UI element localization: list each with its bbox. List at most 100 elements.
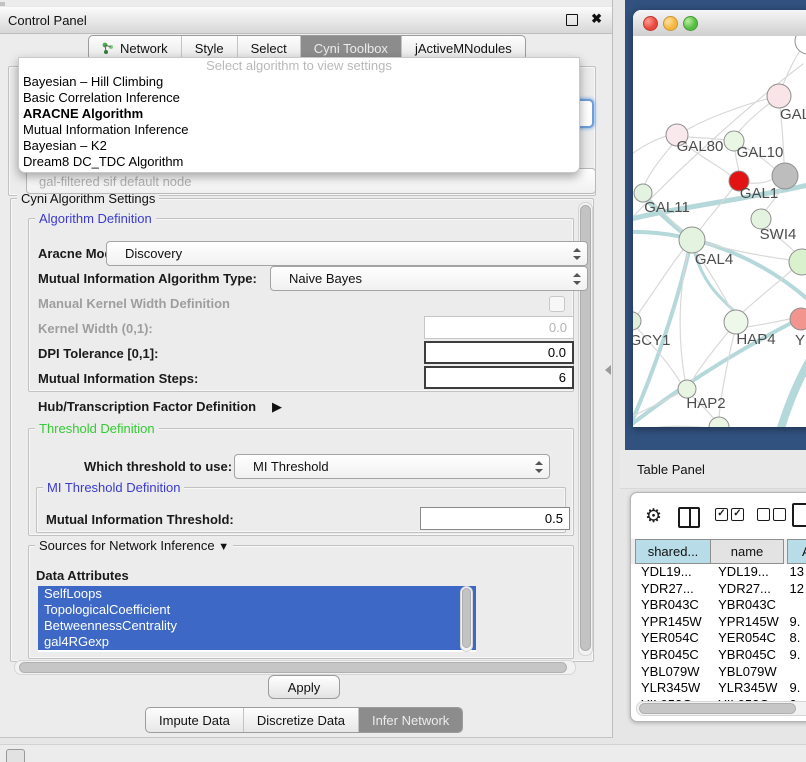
table-row[interactable]: YER054CYER054C8.: [631, 630, 806, 647]
spinner-icon: [572, 273, 580, 285]
network-edge: [685, 96, 779, 131]
mi-threshold-group-title: MI Threshold Definition: [43, 480, 184, 495]
kernel-width-value: 0.0: [549, 320, 567, 335]
float-window-icon[interactable]: [566, 14, 578, 26]
table-window: shared... name A YDL19...YDL19...13YDR27…: [630, 492, 806, 722]
table-cell: YDR27...: [710, 581, 784, 598]
table-cell: YBR043C: [631, 597, 710, 614]
tab-label: Network: [120, 41, 168, 56]
table-cell: YBR045C: [710, 647, 784, 664]
tab-label: Style: [195, 41, 224, 56]
network-window-titlebar[interactable]: [633, 10, 806, 37]
table-body: YDL19...YDL19...13YDR27...YDR27...12YBR0…: [631, 564, 806, 713]
tab-label: jActiveMNodules: [415, 41, 512, 56]
aracne-mode-combo[interactable]: Discovery: [106, 241, 588, 266]
table-cell: YPR145W: [710, 614, 784, 631]
tab-label: Impute Data: [159, 713, 230, 728]
close-icon[interactable]: [591, 11, 602, 27]
table-cell: YLR345W: [631, 680, 710, 697]
minimized-panel-button[interactable]: [6, 749, 25, 762]
expand-right-icon[interactable]: [272, 399, 282, 415]
network-node[interactable]: [679, 227, 705, 253]
dropdown-item[interactable]: Mutual Information Inference: [19, 122, 579, 138]
dropdown-item[interactable]: Bayesian – K2: [19, 138, 579, 154]
mi-steps-field[interactable]: 6: [424, 366, 574, 389]
network-canvas[interactable]: GALGAL80GAL10GAL1GAL11SWI4GAL4GCY1HAP4YH…: [633, 36, 806, 427]
node-label: GAL4: [695, 251, 733, 268]
panel-divider-handle-icon[interactable]: [605, 365, 611, 375]
tab-infer-network[interactable]: Infer Network: [359, 708, 462, 732]
minimize-traffic-light-icon[interactable]: [663, 16, 678, 31]
dropdown-item[interactable]: Dream8 DC_TDC Algorithm: [19, 154, 579, 170]
document-icon[interactable]: [792, 503, 806, 527]
table-panel-header: Table Panel: [620, 450, 806, 489]
hub-definition-label: Hub/Transcription Factor Definition: [38, 399, 256, 414]
attribute-item[interactable]: SelfLoops: [38, 586, 476, 602]
dropdown-item[interactable]: Basic Correlation Inference: [19, 90, 579, 106]
algorithm-dropdown: Select algorithm to view settings Bayesi…: [18, 57, 580, 173]
tab-label: Infer Network: [372, 713, 449, 728]
column-split-icon[interactable]: [678, 507, 700, 528]
apply-button[interactable]: Apply: [268, 675, 340, 699]
checkbox-checked-icon[interactable]: [715, 508, 728, 521]
table-row[interactable]: YDR27...YDR27...12: [631, 581, 806, 598]
mi-type-combo[interactable]: Naive Bayes: [270, 266, 588, 291]
node-label: HAP2: [686, 395, 725, 412]
which-threshold-combo[interactable]: MI Threshold: [234, 454, 550, 479]
network-graph[interactable]: GALGAL80GAL10GAL1GAL11SWI4GAL4GCY1HAP4YH…: [633, 36, 806, 427]
table-cell: 9.: [785, 614, 806, 631]
collapse-down-icon[interactable]: [218, 541, 229, 553]
table-row[interactable]: YBR045CYBR045C9.: [631, 647, 806, 664]
attribute-item[interactable]: TopologicalCoefficient: [38, 602, 476, 618]
checkbox-unchecked-icon[interactable]: [773, 508, 786, 521]
dropdown-item-selected[interactable]: ARACNE Algorithm: [19, 106, 579, 122]
table-row[interactable]: YLR345WYLR345W9.: [631, 680, 806, 697]
table-row[interactable]: YDL19...YDL19...13: [631, 564, 806, 581]
table-row[interactable]: YBR043CYBR043C: [631, 597, 806, 614]
node-label: GAL1: [740, 185, 778, 202]
which-threshold-value: MI Threshold: [253, 459, 329, 474]
zoom-traffic-light-icon[interactable]: [683, 16, 698, 31]
network-edge: [748, 179, 773, 183]
attribute-item[interactable]: BetweennessCentrality: [38, 618, 476, 634]
gear-icon[interactable]: [645, 505, 662, 528]
attributes-scrollbar[interactable]: [460, 586, 473, 652]
checkbox-unchecked-icon[interactable]: [757, 508, 770, 521]
close-traffic-light-icon[interactable]: [643, 16, 658, 31]
table-hscrollbar[interactable]: [636, 701, 806, 716]
panel-title: Control Panel: [8, 13, 87, 28]
which-threshold-label: Which threshold to use:: [84, 459, 232, 474]
node-label: Y: [795, 332, 805, 349]
column-header-shared[interactable]: shared...: [635, 539, 711, 564]
attribute-item[interactable]: gal4RGexp: [38, 634, 476, 650]
table-row[interactable]: YPR145WYPR145W9.: [631, 614, 806, 631]
dropdown-prompt: Select algorithm to view settings: [19, 58, 579, 74]
column-header-name[interactable]: name: [710, 539, 784, 564]
network-node[interactable]: [767, 84, 791, 108]
checkbox-checked-icon[interactable]: [731, 508, 744, 521]
app-root: Control Panel Network Style Select Cyni …: [0, 0, 806, 762]
mi-steps-label: Mutual Information Steps:: [38, 371, 198, 386]
mi-threshold-field[interactable]: 0.5: [420, 507, 570, 530]
kernel-width-field[interactable]: 0.0: [424, 316, 574, 339]
node-label: GAL10: [737, 144, 784, 161]
dropdown-item[interactable]: Bayesian – Hill Climbing: [19, 74, 579, 90]
tab-discretize-data[interactable]: Discretize Data: [244, 708, 359, 732]
column-header-third[interactable]: A: [787, 539, 806, 564]
table-cell: YBL079W: [631, 664, 710, 681]
tab-impute-data[interactable]: Impute Data: [146, 708, 244, 732]
network-node[interactable]: [633, 312, 641, 330]
settings-hscrollbar[interactable]: [14, 660, 576, 675]
network-node[interactable]: [709, 417, 729, 427]
network-edge: [692, 331, 729, 381]
tab-label: Cyni Toolbox: [314, 41, 388, 56]
network-node[interactable]: [795, 36, 806, 54]
table-row[interactable]: YBL079WYBL079W: [631, 664, 806, 681]
node-label: GCY1: [633, 332, 670, 349]
table-header-row: shared... name A: [631, 539, 806, 564]
table-panel-title: Table Panel: [637, 462, 705, 477]
network-node[interactable]: [790, 308, 806, 330]
manual-kernel-checkbox[interactable]: [549, 296, 565, 312]
table-cell: 13: [785, 564, 806, 581]
dpi-tolerance-field[interactable]: 0.0: [424, 341, 574, 364]
